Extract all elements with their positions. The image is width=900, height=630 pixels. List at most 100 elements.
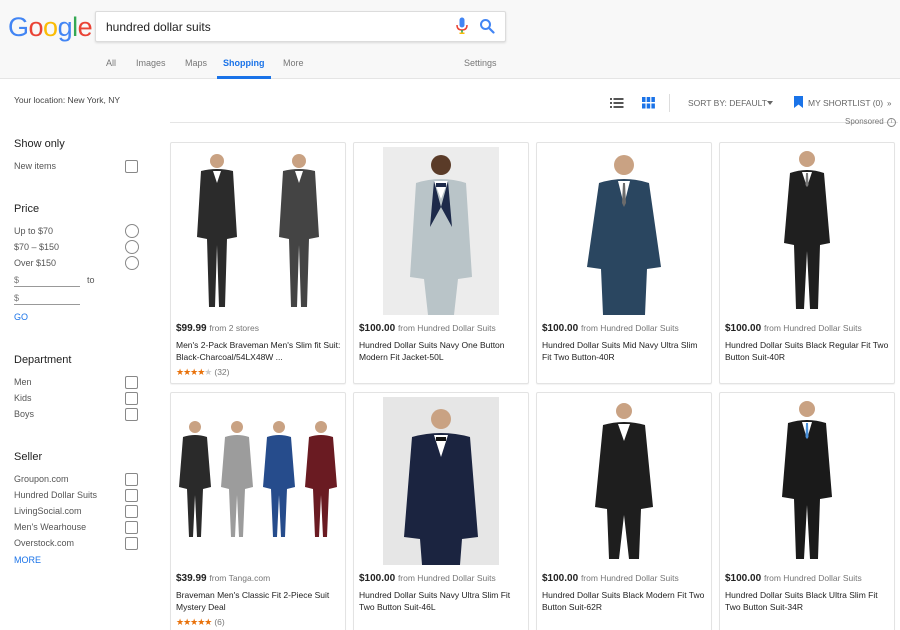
price-source: from Hundred Dollar Suits: [397, 573, 496, 583]
price-option-radio[interactable]: [125, 256, 139, 270]
product-image[interactable]: [171, 147, 345, 315]
logo-letter: o: [43, 12, 58, 42]
seller-checkbox[interactable]: [125, 521, 138, 534]
bookmark-icon[interactable]: [794, 96, 803, 108]
product-title[interactable]: Men's 2-Pack Braveman Men's Slim fit Sui…: [176, 340, 342, 363]
google-logo[interactable]: Google: [8, 12, 93, 43]
header: Google All Images Maps Shopping More Set…: [0, 0, 900, 79]
seller-checkbox[interactable]: [125, 473, 138, 486]
seller-label: Overstock.com: [14, 538, 75, 548]
department-label: Kids: [14, 393, 32, 403]
tab-all[interactable]: All: [106, 56, 116, 79]
product-card[interactable]: $100.00 from Hundred Dollar Suits Hundre…: [353, 142, 529, 384]
department-checkbox[interactable]: [125, 408, 138, 421]
search-icon[interactable]: [479, 18, 495, 34]
product-title[interactable]: Hundred Dollar Suits Navy Ultra Slim Fit…: [359, 590, 525, 613]
price-max-input[interactable]: [14, 292, 80, 305]
seller-heading: Seller: [14, 451, 43, 463]
product-title[interactable]: Hundred Dollar Suits Black Regular Fit T…: [725, 340, 891, 363]
product-image[interactable]: [354, 147, 528, 315]
price-min-input[interactable]: [14, 274, 80, 287]
tab-settings[interactable]: Settings: [464, 56, 497, 79]
price-value: $100.00: [725, 323, 762, 334]
logo-letter: o: [28, 12, 44, 42]
seller-checkbox[interactable]: [125, 537, 138, 550]
product-title[interactable]: Hundred Dollar Suits Black Modern Fit Tw…: [542, 590, 708, 613]
filter-new-items-checkbox[interactable]: [125, 160, 138, 173]
seller-label: Men's Wearhouse: [14, 522, 87, 532]
product-price: $100.00 from Hundred Dollar Suits: [542, 573, 679, 584]
price-source: from Hundred Dollar Suits: [397, 323, 496, 333]
price-value: $99.99: [176, 323, 207, 334]
price-to-label: to: [87, 275, 95, 285]
price-value: $39.99: [176, 573, 207, 584]
list-view-icon[interactable]: [610, 97, 624, 109]
info-icon[interactable]: i: [887, 118, 896, 127]
location-text: Your location: New York, NY: [14, 95, 120, 105]
seller-checkbox[interactable]: [125, 505, 138, 518]
product-title[interactable]: Hundred Dollar Suits Mid Navy Ultra Slim…: [542, 340, 708, 363]
toolbar-divider: [669, 94, 670, 112]
tab-shopping[interactable]: Shopping: [217, 56, 271, 79]
product-card[interactable]: $100.00 from Hundred Dollar Suits Hundre…: [536, 392, 712, 630]
logo-letter: G: [8, 12, 29, 42]
product-title[interactable]: Braveman Men's Classic Fit 2-Piece Suit …: [176, 590, 342, 613]
show-only-heading: Show only: [14, 138, 65, 150]
product-price: $100.00 from Hundred Dollar Suits: [359, 323, 496, 334]
product-price: $100.00 from Hundred Dollar Suits: [542, 323, 679, 334]
price-option-radio[interactable]: [125, 240, 139, 254]
product-card[interactable]: $100.00 from Hundred Dollar Suits Hundre…: [353, 392, 529, 630]
product-image[interactable]: [537, 147, 711, 315]
price-option-radio[interactable]: [125, 224, 139, 238]
product-card[interactable]: $100.00 from Hundred Dollar Suits Hundre…: [719, 142, 895, 384]
product-image[interactable]: [720, 147, 894, 315]
department-checkbox[interactable]: [125, 376, 138, 389]
price-source: from Hundred Dollar Suits: [763, 573, 862, 583]
product-price: $100.00 from Hundred Dollar Suits: [725, 323, 862, 334]
sponsored-label: Sponsored: [845, 117, 884, 126]
product-card[interactable]: $100.00 from Hundred Dollar Suits Hundre…: [719, 392, 895, 630]
seller-label: Hundred Dollar Suits: [14, 490, 98, 500]
grid-view-icon[interactable]: [642, 97, 655, 109]
product-image[interactable]: [720, 397, 894, 565]
department-heading: Department: [14, 354, 72, 366]
toolbar-separator: [170, 122, 898, 123]
seller-more-link[interactable]: MORE: [14, 555, 41, 565]
department-label: Men: [14, 377, 32, 387]
tab-images[interactable]: Images: [136, 56, 166, 79]
seller-label: Groupon.com: [14, 474, 69, 484]
tab-maps[interactable]: Maps: [185, 56, 207, 79]
product-image[interactable]: [354, 397, 528, 565]
price-option-label: $70 – $150: [14, 242, 60, 252]
star-rating-icon: ★★★★★: [176, 617, 212, 627]
product-price: $39.99 from Tanga.com: [176, 573, 270, 584]
product-card[interactable]: $39.99 from Tanga.com Braveman Men's Cla…: [170, 392, 346, 630]
search-box[interactable]: [95, 11, 506, 42]
logo-letter: e: [77, 12, 93, 42]
product-card[interactable]: $99.99 from 2 stores Men's 2-Pack Bravem…: [170, 142, 346, 384]
price-value: $100.00: [542, 573, 579, 584]
filter-new-items-label: New items: [14, 161, 57, 171]
price-source: from Hundred Dollar Suits: [580, 323, 679, 333]
microphone-icon[interactable]: [455, 17, 469, 35]
price-source: from Hundred Dollar Suits: [580, 573, 679, 583]
search-input[interactable]: [106, 18, 446, 36]
seller-checkbox[interactable]: [125, 489, 138, 502]
product-title[interactable]: Hundred Dollar Suits Navy One Button Mod…: [359, 340, 525, 363]
product-card[interactable]: $100.00 from Hundred Dollar Suits Hundre…: [536, 142, 712, 384]
caret-down-icon[interactable]: [767, 101, 773, 105]
product-image[interactable]: [537, 397, 711, 565]
chevron-down-icon[interactable]: »: [887, 99, 891, 108]
price-source: from 2 stores: [209, 323, 259, 333]
product-image[interactable]: [171, 397, 345, 565]
price-heading: Price: [14, 203, 40, 215]
product-title[interactable]: Hundred Dollar Suits Black Ultra Slim Fi…: [725, 590, 891, 613]
price-value: $100.00: [359, 573, 396, 584]
logo-letter: g: [57, 12, 73, 42]
my-shortlist-button[interactable]: MY SHORTLIST (0): [808, 98, 883, 108]
department-checkbox[interactable]: [125, 392, 138, 405]
price-go-button[interactable]: GO: [14, 312, 28, 322]
tab-more[interactable]: More: [283, 56, 304, 79]
product-price: $100.00 from Hundred Dollar Suits: [359, 573, 496, 584]
sort-dropdown[interactable]: SORT BY: DEFAULT: [688, 98, 767, 108]
